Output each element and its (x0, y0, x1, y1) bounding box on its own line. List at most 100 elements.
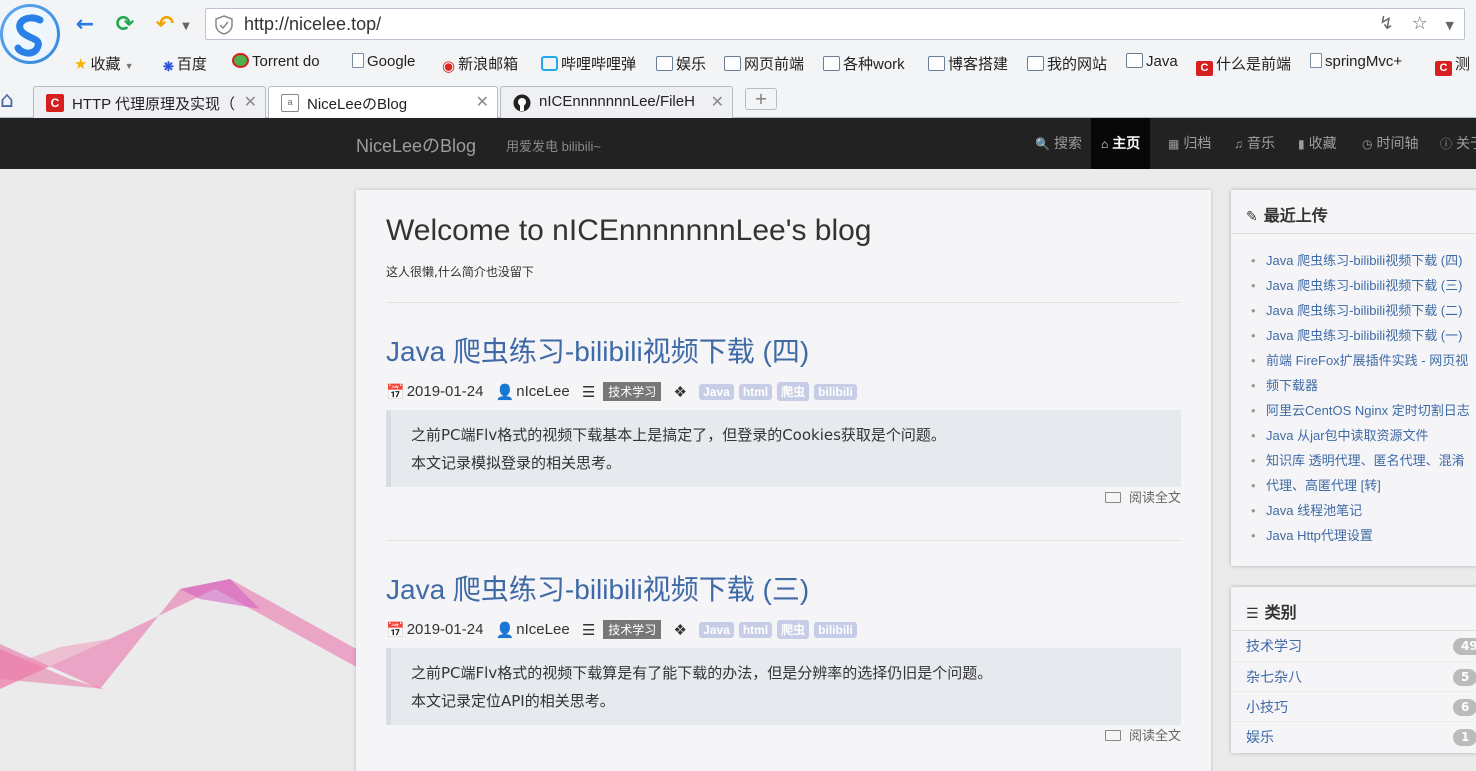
close-icon[interactable]: ✕ (244, 92, 257, 112)
bookmark-google[interactable]: Google (352, 53, 415, 70)
recent-item-link-continued[interactable]: 代理、高匿代理 [转] (1251, 473, 1476, 498)
post-date: 2019-01-24 (406, 621, 484, 638)
post-item: Java 爬虫练习-bilibili视频下载 (四) 📅 2019-01-24 👤… (386, 330, 1181, 506)
recent-item-link[interactable]: Java 爬虫练习-bilibili视频下载 (三) (1251, 273, 1476, 298)
page-body: Welcome to nICEnnnnnnnLee's blog 这人很懒,什么… (0, 169, 1476, 771)
close-icon[interactable]: ✕ (476, 92, 489, 112)
bookmark-folder-java[interactable]: Java (1126, 53, 1178, 70)
folder-icon (1027, 56, 1044, 71)
folder-icon (823, 56, 840, 71)
category-item[interactable]: 娱乐 1 (1231, 721, 1476, 751)
category-item[interactable]: 杂七杂八 5 (1231, 661, 1476, 691)
nav-home[interactable]: ⌂ 主页 (1091, 118, 1151, 169)
count-badge: 1 (1453, 729, 1476, 746)
recent-item-link-continued[interactable]: 频下载器 (1251, 373, 1476, 398)
nav-timeline[interactable]: ◷ 时间轴 (1352, 118, 1428, 169)
recent-item-link[interactable]: 前端 FireFox扩展插件实践 - 网页视 (1251, 348, 1476, 373)
new-tab-button[interactable]: + (745, 88, 777, 110)
bookmark-folder-work[interactable]: 各种work (823, 53, 905, 74)
excerpt-line: 之前PC端Flv格式的视频下载算是有了能下载的办法，但是分辨率的选择仍旧是个问题… (411, 664, 993, 682)
recent-item-link[interactable]: 阿里云CentOS Nginx 定时切割日志 (1251, 398, 1476, 423)
excerpt-line: 之前PC端Flv格式的视频下载基本上是搞定了，但登录的Cookies获取是个问题… (411, 426, 946, 444)
csdn-icon: C (1435, 61, 1452, 76)
category-item[interactable]: 小技巧 6 (1231, 691, 1476, 721)
post-title-link[interactable]: Java 爬虫练习-bilibili视频下载 (三) (386, 568, 1181, 608)
bookmarks-bar: ★ 收藏 ▼ ❋ 百度 Torrent do Google ◉ 新浪邮箱 哔哩哔哩弹 … (0, 50, 1476, 78)
nav-music[interactable]: ♫ 音乐 (1224, 118, 1285, 169)
recent-item-link[interactable]: 知识库 透明代理、匿名代理、混淆 (1251, 448, 1476, 473)
back-arrow-icon[interactable]: ← (72, 12, 98, 38)
url-text[interactable]: http://nicelee.top/ (244, 14, 381, 35)
tag-badge[interactable]: html (738, 383, 773, 400)
home-outline-icon[interactable]: ⌂ (0, 88, 14, 113)
browser-chrome: ← ⟳ ↶ ▼ http://nicelee.top/ ↯ ☆ ▼ ★ 收藏 ▼ … (0, 0, 1476, 119)
bookmark-springmvc[interactable]: springMvc+ (1310, 53, 1402, 70)
bookmark-baidu[interactable]: ❋ 百度 (163, 53, 207, 74)
tab-github-fileh[interactable]: nICEnnnnnnnLee/FileH ✕ (500, 86, 733, 118)
excerpt-line: 本文记录模拟登录的相关思考。 (411, 454, 622, 472)
close-icon[interactable]: ✕ (711, 92, 724, 112)
recent-posts-panel: ✎最近上传 Java 爬虫练习-bilibili视频下载 (四) Java 爬虫… (1231, 190, 1476, 566)
folder-icon (724, 56, 741, 71)
bookmark-sina-mail[interactable]: ◉ 新浪邮箱 (442, 53, 518, 75)
bookmark-what-is-frontend[interactable]: C 什么是前端 (1196, 53, 1291, 76)
nav-bookmarks[interactable]: ▮ 收藏 (1288, 118, 1347, 169)
category-list: 技术学习 49 杂七杂八 5 小技巧 6 娱乐 1 (1231, 631, 1476, 751)
post-author[interactable]: nIceLee (516, 383, 569, 400)
category-badge[interactable]: 技术学习 (603, 382, 662, 401)
bookmark-favorites[interactable]: ★ 收藏 ▼ (74, 53, 134, 74)
tag-badge[interactable]: Java (699, 383, 734, 400)
bookmark-folder-entertainment[interactable]: 娱乐 (656, 53, 706, 74)
chevron-down-icon[interactable]: ▼ (1446, 19, 1454, 32)
user-icon: 👤 (495, 383, 515, 401)
divider (386, 540, 1181, 541)
read-more-link[interactable]: 阅读全文 (1104, 725, 1181, 744)
star-icon[interactable]: ☆ (1412, 13, 1428, 34)
category-item[interactable]: 技术学习 49 (1231, 631, 1476, 661)
chevron-down-icon[interactable]: ▼ (180, 14, 192, 40)
nav-about[interactable]: ⓘ关于 (1430, 118, 1476, 169)
nav-archive[interactable]: ▦ 归档 (1158, 118, 1221, 169)
bookmark-test[interactable]: C测 (1435, 53, 1470, 76)
tag-badge[interactable]: 爬虫 (777, 620, 810, 639)
bilibili-icon (541, 56, 558, 71)
tab-strip: ⌂ C HTTP 代理原理及实现（ ✕ a NiceLeeのBlog ✕ nIC… (0, 84, 1476, 119)
baidu-paw-icon: ❋ (163, 59, 174, 74)
tab-http-proxy[interactable]: C HTTP 代理原理及实现（ ✕ (33, 86, 266, 118)
post-author[interactable]: nIceLee (516, 621, 569, 638)
recent-item-link[interactable]: Java 爬虫练习-bilibili视频下载 (四) (1251, 248, 1476, 273)
undo-icon[interactable]: ↶ (152, 12, 178, 38)
tag-badge[interactable]: html (738, 621, 773, 638)
list-icon: ☰ (1246, 606, 1259, 622)
calendar-icon: 📅 (386, 383, 405, 401)
bookmark-folder-blog[interactable]: 博客搭建 (928, 53, 1008, 74)
categories-panel: ☰ 类别 技术学习 49 杂七杂八 5 小技巧 6 娱乐 1 (1231, 587, 1476, 753)
bookmark-folder-frontend[interactable]: 网页前端 (724, 53, 804, 74)
address-bar[interactable]: http://nicelee.top/ ↯ ☆ ▼ (205, 8, 1465, 40)
recent-item-link[interactable]: Java 爬虫练习-bilibili视频下载 (二) (1251, 298, 1476, 323)
refresh-icon[interactable]: ⟳ (112, 12, 138, 38)
read-more-link[interactable]: 阅读全文 (1104, 487, 1181, 506)
user-icon: 👤 (495, 621, 515, 639)
post-title-link[interactable]: Java 爬虫练习-bilibili视频下载 (四) (386, 330, 1181, 370)
recent-item-link[interactable]: Java 从jar包中读取资源文件 (1251, 423, 1476, 448)
tags-icon: ❖ (673, 383, 687, 401)
bookmark-bilibili[interactable]: 哔哩哔哩弹 (541, 53, 636, 74)
site-brand[interactable]: NiceLeeのBlog (356, 132, 476, 158)
nav-search[interactable]: 🔍 搜索 (1025, 118, 1092, 169)
tag-badge[interactable]: bilibili (814, 621, 857, 638)
site-navbar: NiceLeeのBlog 用爱发电 bilibili~ 🔍 搜索 ⌂ 主页 ▦ 归档 … (0, 118, 1476, 169)
lightning-icon[interactable]: ↯ (1379, 13, 1394, 34)
tag-badge[interactable]: 爬虫 (777, 382, 810, 401)
tab-niceleeblog[interactable]: a NiceLeeのBlog ✕ (268, 86, 498, 119)
recent-item-link[interactable]: Java 爬虫练习-bilibili视频下载 (一) (1251, 323, 1476, 348)
recent-item-link[interactable]: Java 线程池笔记 (1251, 498, 1476, 523)
recent-item-link[interactable]: Java Http代理设置 (1251, 523, 1476, 548)
csdn-icon: C (46, 94, 64, 112)
post-item: Java 爬虫练习-bilibili视频下载 (三) 📅 2019-01-24 👤… (386, 568, 1181, 744)
tag-badge[interactable]: bilibili (814, 383, 857, 400)
bookmark-torrent[interactable]: Torrent do (232, 53, 320, 70)
tag-badge[interactable]: Java (699, 621, 734, 638)
category-badge[interactable]: 技术学习 (603, 620, 662, 639)
bookmark-folder-mysite[interactable]: 我的网站 (1027, 53, 1107, 74)
